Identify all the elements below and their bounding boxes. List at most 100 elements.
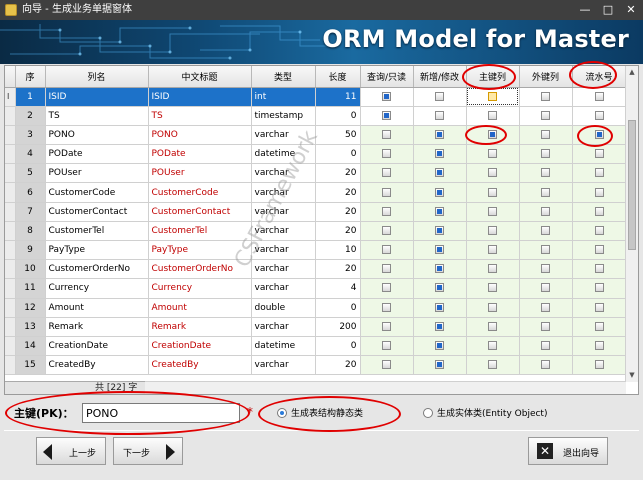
edit-checkbox[interactable] (435, 225, 444, 235)
query-checkbox-cell[interactable] (360, 106, 414, 126)
table-row[interactable]: 11 Currency Currency varchar 4 (5, 278, 627, 299)
minimize-icon[interactable]: — (574, 1, 596, 19)
edit-checkbox-cell[interactable] (413, 317, 467, 337)
scroll-up-icon[interactable]: ▲ (626, 66, 638, 79)
query-checkbox[interactable] (382, 187, 391, 197)
pk-checkbox[interactable] (488, 110, 497, 120)
field-caption-cell[interactable]: CustomerCode (148, 182, 252, 203)
serial-checkbox-cell[interactable] (572, 298, 627, 318)
pk-checkbox[interactable] (488, 360, 497, 370)
query-checkbox-cell[interactable] (360, 182, 414, 203)
query-checkbox[interactable] (382, 206, 391, 216)
fk-checkbox[interactable] (541, 206, 550, 216)
serial-checkbox[interactable] (594, 168, 604, 178)
fk-checkbox[interactable] (541, 321, 550, 331)
fk-checkbox-cell[interactable] (519, 355, 573, 376)
pk-checkbox-cell[interactable] (466, 144, 520, 165)
pk-checkbox[interactable] (488, 341, 497, 351)
field-length-cell[interactable]: 20 (315, 259, 361, 280)
serial-checkbox-cell[interactable] (572, 202, 627, 222)
row-number[interactable]: 11 (15, 278, 46, 299)
serial-checkbox-cell[interactable] (572, 278, 627, 299)
field-length-cell[interactable]: 4 (315, 278, 361, 299)
query-checkbox-cell[interactable] (360, 202, 414, 222)
serial-checkbox[interactable] (594, 110, 604, 120)
radio-entity-class-label[interactable]: 生成实体类(Entity Object) (437, 406, 547, 419)
query-checkbox-cell[interactable] (360, 355, 414, 376)
fk-checkbox[interactable] (541, 360, 550, 370)
edit-checkbox-cell[interactable] (413, 240, 467, 261)
field-type-cell[interactable]: varchar (251, 202, 316, 222)
pk-checkbox[interactable] (488, 149, 497, 159)
pk-checkbox[interactable] (488, 225, 497, 235)
table-row[interactable]: 3 PONO PONO varchar 50 (5, 125, 627, 146)
field-length-cell[interactable]: 20 (315, 202, 361, 222)
row-indicator-cell[interactable] (5, 202, 16, 222)
field-caption-cell[interactable]: CreatedBy (148, 355, 252, 376)
col-header-name[interactable]: 列名 (45, 66, 149, 88)
field-caption-cell[interactable]: POUser (148, 163, 252, 184)
edit-checkbox[interactable] (435, 245, 444, 255)
row-number[interactable]: 14 (15, 336, 46, 357)
serial-checkbox[interactable] (594, 302, 604, 312)
query-checkbox-cell[interactable] (360, 87, 414, 107)
serial-checkbox[interactable] (594, 360, 604, 370)
table-row[interactable]: 12 Amount Amount double 0 (5, 298, 627, 318)
edit-checkbox-cell[interactable] (413, 259, 467, 280)
serial-checkbox-cell[interactable] (572, 163, 627, 184)
table-row[interactable]: 6 CustomerCode CustomerCode varchar 20 (5, 182, 627, 203)
serial-checkbox-cell[interactable] (572, 182, 627, 203)
field-type-cell[interactable]: varchar (251, 240, 316, 261)
field-type-cell[interactable]: int (251, 87, 316, 107)
field-caption-cell[interactable]: CustomerTel (148, 221, 252, 242)
col-header-fk[interactable]: 外键列 (519, 66, 573, 88)
field-type-cell[interactable]: varchar (251, 355, 316, 376)
row-indicator-cell[interactable] (5, 106, 16, 126)
row-number[interactable]: 5 (15, 163, 46, 184)
fk-checkbox-cell[interactable] (519, 336, 573, 357)
table-row[interactable]: 9 PayType PayType varchar 10 (5, 240, 627, 261)
pk-checkbox-cell[interactable] (466, 125, 520, 146)
fk-checkbox[interactable] (541, 168, 550, 178)
field-name-cell[interactable]: CustomerOrderNo (45, 259, 149, 280)
field-type-cell[interactable]: varchar (251, 278, 316, 299)
table-row[interactable]: 8 CustomerTel CustomerTel varchar 20 (5, 221, 627, 242)
serial-checkbox[interactable] (594, 283, 604, 293)
field-length-cell[interactable]: 10 (315, 240, 361, 261)
row-indicator-cell[interactable] (5, 336, 16, 357)
edit-checkbox-cell[interactable] (413, 144, 467, 165)
serial-checkbox[interactable] (594, 187, 604, 197)
row-indicator-cell[interactable] (5, 317, 16, 337)
serial-checkbox-cell[interactable] (572, 240, 627, 261)
field-caption-cell[interactable]: CustomerOrderNo (148, 259, 252, 280)
field-type-cell[interactable]: datetime (251, 336, 316, 357)
field-caption-cell[interactable]: ISID (148, 87, 252, 107)
field-name-cell[interactable]: CustomerTel (45, 221, 149, 242)
fk-checkbox-cell[interactable] (519, 106, 573, 126)
pk-checkbox-cell[interactable] (466, 221, 520, 242)
field-name-cell[interactable]: TS (45, 106, 149, 126)
query-checkbox-cell[interactable] (360, 240, 414, 261)
field-length-cell[interactable]: 0 (315, 106, 361, 126)
field-caption-cell[interactable]: Amount (148, 298, 252, 318)
query-checkbox[interactable] (382, 91, 391, 101)
field-name-cell[interactable]: CustomerCode (45, 182, 149, 203)
field-length-cell[interactable]: 11 (315, 87, 361, 107)
pk-checkbox-cell[interactable] (466, 317, 520, 337)
query-checkbox[interactable] (382, 129, 391, 139)
scroll-thumb[interactable] (628, 120, 636, 250)
serial-checkbox-cell[interactable] (572, 144, 627, 165)
serial-checkbox-cell[interactable] (572, 221, 627, 242)
col-header-pk[interactable]: 主键列 (466, 66, 520, 88)
radio-static-class-label[interactable]: 生成表结构静态类 (291, 406, 363, 419)
pk-checkbox-cell[interactable] (466, 182, 520, 203)
serial-checkbox-cell[interactable] (572, 317, 627, 337)
pk-checkbox[interactable] (488, 321, 497, 331)
row-number[interactable]: 7 (15, 202, 46, 222)
query-checkbox-cell[interactable] (360, 125, 414, 146)
row-indicator-cell[interactable] (5, 240, 16, 261)
serial-checkbox-cell[interactable] (572, 355, 627, 376)
field-name-cell[interactable]: ISID (45, 87, 149, 107)
pk-checkbox-cell[interactable] (466, 355, 520, 376)
field-type-cell[interactable]: double (251, 298, 316, 318)
